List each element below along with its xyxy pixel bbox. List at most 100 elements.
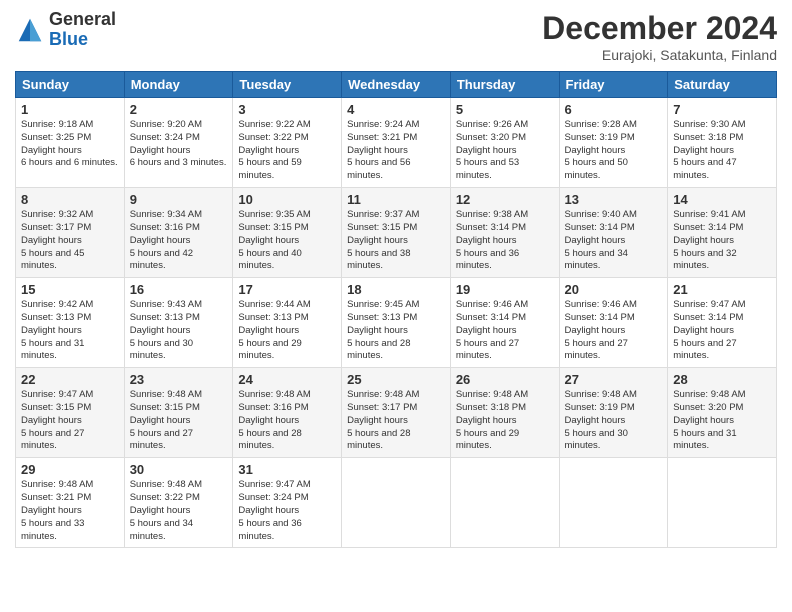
day-number: 14 <box>673 192 771 207</box>
day-number: 22 <box>21 372 119 387</box>
day-number: 2 <box>130 102 228 117</box>
calendar-cell: 6Sunrise: 9:28 AMSunset: 3:19 PMDaylight… <box>559 98 668 188</box>
calendar-cell: 9 Sunrise: 9:34 AMSunset: 3:16 PMDaylight… <box>124 188 233 278</box>
day-info: Sunrise: 9:48 AMSunset: 3:19 PMDaylight … <box>565 389 637 451</box>
day-info: Sunrise: 9:40 AMSunset: 3:14 PMDaylight … <box>565 209 637 271</box>
day-info: Sunrise: 9:47 AMSunset: 3:14 PMDaylight … <box>673 299 745 361</box>
day-info: Sunrise: 9:48 AMSunset: 3:16 PMDaylight … <box>238 389 310 451</box>
calendar-cell <box>450 458 559 548</box>
page-header: General Blue December 2024 Eurajoki, Sat… <box>15 10 777 63</box>
calendar-cell: 19Sunrise: 9:46 AMSunset: 3:14 PMDayligh… <box>450 278 559 368</box>
page-container: General Blue December 2024 Eurajoki, Sat… <box>0 0 792 558</box>
day-number: 26 <box>456 372 554 387</box>
day-number: 20 <box>565 282 663 297</box>
day-info: Sunrise: 9:47 AMSunset: 3:15 PMDaylight … <box>21 389 93 451</box>
day-info: Sunrise: 9:41 AMSunset: 3:14 PMDaylight … <box>673 209 745 271</box>
day-number: 4 <box>347 102 445 117</box>
calendar-cell: 5Sunrise: 9:26 AMSunset: 3:20 PMDaylight… <box>450 98 559 188</box>
day-info: Sunrise: 9:47 AMSunset: 3:24 PMDaylight … <box>238 479 310 541</box>
calendar-cell: 11 Sunrise: 9:37 AMSunset: 3:15 PMDayligh… <box>342 188 451 278</box>
calendar-header-wednesday: Wednesday <box>342 72 451 98</box>
calendar-header-thursday: Thursday <box>450 72 559 98</box>
day-info: Sunrise: 9:24 AMSunset: 3:21 PMDaylight … <box>347 119 419 181</box>
day-number: 11 <box>347 192 445 207</box>
day-info: Sunrise: 9:48 AMSunset: 3:15 PMDaylight … <box>130 389 202 451</box>
calendar-cell: 15 Sunrise: 9:42 AMSunset: 3:13 PMDayligh… <box>16 278 125 368</box>
calendar-cell: 22 Sunrise: 9:47 AMSunset: 3:15 PMDayligh… <box>16 368 125 458</box>
calendar-cell: 16 Sunrise: 9:43 AMSunset: 3:13 PMDayligh… <box>124 278 233 368</box>
calendar-cell: 26 Sunrise: 9:48 AMSunset: 3:18 PMDayligh… <box>450 368 559 458</box>
calendar-cell: 4 Sunrise: 9:24 AMSunset: 3:21 PMDaylight… <box>342 98 451 188</box>
day-number: 9 <box>130 192 228 207</box>
day-number: 24 <box>238 372 336 387</box>
logo-icon <box>15 15 45 45</box>
day-info: Sunrise: 9:28 AMSunset: 3:19 PMDaylight … <box>565 119 637 181</box>
calendar-header-monday: Monday <box>124 72 233 98</box>
day-number: 16 <box>130 282 228 297</box>
calendar-cell: 21 Sunrise: 9:47 AMSunset: 3:14 PMDayligh… <box>668 278 777 368</box>
calendar-cell: 2 Sunrise: 9:20 AMSunset: 3:24 PMDaylight… <box>124 98 233 188</box>
day-number: 21 <box>673 282 771 297</box>
day-info: Sunrise: 9:43 AMSunset: 3:13 PMDaylight … <box>130 299 202 361</box>
day-number: 3 <box>238 102 336 117</box>
day-number: 25 <box>347 372 445 387</box>
calendar-week-3: 15 Sunrise: 9:42 AMSunset: 3:13 PMDayligh… <box>16 278 777 368</box>
logo-general: General <box>49 10 116 30</box>
day-info: Sunrise: 9:20 AMSunset: 3:24 PMDaylight … <box>130 119 227 168</box>
calendar-header-saturday: Saturday <box>668 72 777 98</box>
calendar-cell: 18 Sunrise: 9:45 AMSunset: 3:13 PMDayligh… <box>342 278 451 368</box>
calendar-header-friday: Friday <box>559 72 668 98</box>
logo: General Blue <box>15 10 116 50</box>
day-info: Sunrise: 9:48 AMSunset: 3:17 PMDaylight … <box>347 389 419 451</box>
calendar-cell: 23 Sunrise: 9:48 AMSunset: 3:15 PMDayligh… <box>124 368 233 458</box>
day-info: Sunrise: 9:30 AMSunset: 3:18 PMDaylight … <box>673 119 745 181</box>
day-number: 12 <box>456 192 554 207</box>
day-info: Sunrise: 9:32 AMSunset: 3:17 PMDaylight … <box>21 209 93 271</box>
day-info: Sunrise: 9:37 AMSunset: 3:15 PMDaylight … <box>347 209 419 271</box>
calendar-table: SundayMondayTuesdayWednesdayThursdayFrid… <box>15 71 777 548</box>
day-number: 30 <box>130 462 228 477</box>
day-info: Sunrise: 9:48 AMSunset: 3:22 PMDaylight … <box>130 479 202 541</box>
day-number: 8 <box>21 192 119 207</box>
day-number: 29 <box>21 462 119 477</box>
day-number: 13 <box>565 192 663 207</box>
month-title: December 2024 <box>542 10 777 47</box>
day-info: Sunrise: 9:46 AMSunset: 3:14 PMDaylight … <box>456 299 528 361</box>
day-info: Sunrise: 9:42 AMSunset: 3:13 PMDaylight … <box>21 299 93 361</box>
calendar-cell: 31 Sunrise: 9:47 AMSunset: 3:24 PMDayligh… <box>233 458 342 548</box>
day-info: Sunrise: 9:34 AMSunset: 3:16 PMDaylight … <box>130 209 202 271</box>
day-number: 1 <box>21 102 119 117</box>
day-number: 5 <box>456 102 554 117</box>
calendar-cell <box>668 458 777 548</box>
day-info: Sunrise: 9:44 AMSunset: 3:13 PMDaylight … <box>238 299 310 361</box>
calendar-header-row: SundayMondayTuesdayWednesdayThursdayFrid… <box>16 72 777 98</box>
calendar-cell <box>342 458 451 548</box>
day-number: 18 <box>347 282 445 297</box>
calendar-cell <box>559 458 668 548</box>
calendar-week-5: 29Sunrise: 9:48 AMSunset: 3:21 PMDayligh… <box>16 458 777 548</box>
calendar-cell: 12Sunrise: 9:38 AMSunset: 3:14 PMDayligh… <box>450 188 559 278</box>
logo-text: General Blue <box>49 10 116 50</box>
calendar-cell: 14 Sunrise: 9:41 AMSunset: 3:14 PMDayligh… <box>668 188 777 278</box>
calendar-cell: 17Sunrise: 9:44 AMSunset: 3:13 PMDayligh… <box>233 278 342 368</box>
day-info: Sunrise: 9:48 AMSunset: 3:18 PMDaylight … <box>456 389 528 451</box>
calendar-cell: 7Sunrise: 9:30 AMSunset: 3:18 PMDaylight… <box>668 98 777 188</box>
title-block: December 2024 Eurajoki, Satakunta, Finla… <box>542 10 777 63</box>
day-number: 23 <box>130 372 228 387</box>
day-number: 28 <box>673 372 771 387</box>
calendar-cell: 29Sunrise: 9:48 AMSunset: 3:21 PMDayligh… <box>16 458 125 548</box>
calendar-week-2: 8 Sunrise: 9:32 AMSunset: 3:17 PMDaylight… <box>16 188 777 278</box>
calendar-cell: 24 Sunrise: 9:48 AMSunset: 3:16 PMDayligh… <box>233 368 342 458</box>
calendar-cell: 25 Sunrise: 9:48 AMSunset: 3:17 PMDayligh… <box>342 368 451 458</box>
calendar-week-4: 22 Sunrise: 9:47 AMSunset: 3:15 PMDayligh… <box>16 368 777 458</box>
day-number: 15 <box>21 282 119 297</box>
day-info: Sunrise: 9:46 AMSunset: 3:14 PMDaylight … <box>565 299 637 361</box>
calendar-cell: 30 Sunrise: 9:48 AMSunset: 3:22 PMDayligh… <box>124 458 233 548</box>
calendar-cell: 1Sunrise: 9:18 AMSunset: 3:25 PMDaylight… <box>16 98 125 188</box>
day-number: 31 <box>238 462 336 477</box>
calendar-cell: 3Sunrise: 9:22 AMSunset: 3:22 PMDaylight… <box>233 98 342 188</box>
calendar-cell: 28 Sunrise: 9:48 AMSunset: 3:20 PMDayligh… <box>668 368 777 458</box>
day-info: Sunrise: 9:45 AMSunset: 3:13 PMDaylight … <box>347 299 419 361</box>
day-info: Sunrise: 9:48 AMSunset: 3:20 PMDaylight … <box>673 389 745 451</box>
location: Eurajoki, Satakunta, Finland <box>542 47 777 63</box>
